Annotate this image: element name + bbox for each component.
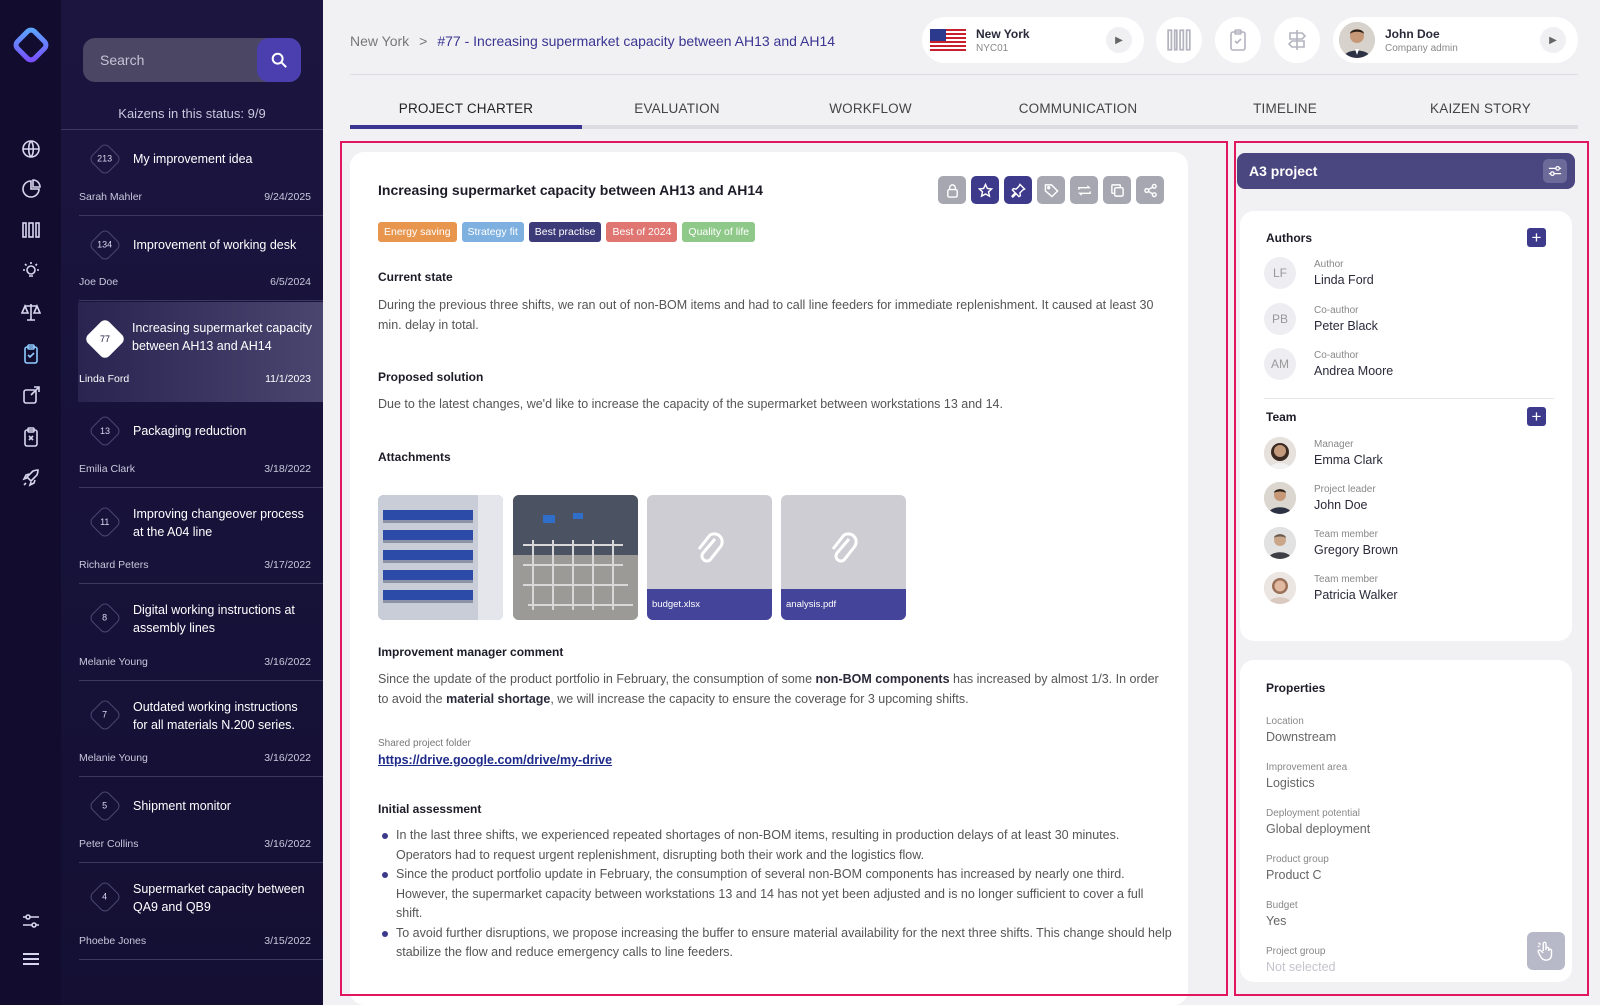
list-item-selected[interactable]: 77 Increasing supermarket capacity betwe…	[78, 302, 323, 402]
signpost-button[interactable]	[1274, 17, 1320, 63]
kaizen-meta: Richard Peters 3/17/2022	[79, 559, 311, 571]
user-role: Company admin	[1385, 42, 1458, 54]
user-avatar	[1339, 22, 1375, 58]
highlight-frame-a3	[1234, 141, 1589, 996]
tab-timeline[interactable]: TIMELINE	[1187, 95, 1383, 125]
app-logo-icon[interactable]	[12, 26, 50, 64]
breadcrumb-root[interactable]: New York	[350, 33, 409, 49]
tab-communication[interactable]: COMMUNICATION	[969, 95, 1187, 125]
search-icon	[271, 52, 287, 68]
tab-bar: PROJECT CHARTER EVALUATION WORKFLOW COMM…	[350, 95, 1578, 129]
export-icon[interactable]	[19, 383, 43, 407]
kaizen-title: Supermarket capacity between QA9 and QB9	[133, 882, 305, 914]
status-count: Kaizens in this status: 9/9	[118, 106, 266, 121]
kaizen-number-badge: 7	[88, 698, 122, 732]
breadcrumb-separator: >	[419, 33, 428, 49]
tab-workflow[interactable]: WORKFLOW	[772, 95, 969, 125]
kaizen-title: Outdated working instructions for all ma…	[133, 700, 298, 732]
kaizen-number-badge: 5	[88, 789, 122, 823]
location-name: New York	[976, 26, 1030, 41]
kaizen-meta: Peter Collins 3/16/2022	[79, 838, 311, 850]
kaizen-meta: Melanie Young 3/16/2022	[79, 752, 311, 764]
scales-icon[interactable]	[19, 300, 43, 324]
kaizen-number-badge: 134	[88, 228, 122, 262]
settings-sliders-icon[interactable]	[19, 909, 43, 933]
play-arrow-icon[interactable]: ▶	[1540, 27, 1566, 53]
kaizen-number-badge: 4	[88, 880, 122, 914]
kaizen-number-badge: 13	[88, 414, 122, 448]
list-item[interactable]: 134 Improvement of working desk Joe Doe 6…	[79, 216, 323, 301]
icon-rail	[0, 0, 61, 1005]
kaizen-number-badge: 213	[88, 142, 122, 176]
clipboard-check-icon[interactable]	[19, 342, 43, 366]
pie-chart-icon[interactable]	[19, 177, 43, 201]
list-item[interactable]: 8 Digital working instructions at assemb…	[79, 584, 323, 681]
breadcrumb-current: #77 - Increasing supermarket capacity be…	[437, 33, 836, 49]
kaizen-number-badge: 77	[83, 317, 127, 361]
kaizen-meta: Emilia Clark 3/18/2022	[79, 463, 311, 475]
clipboard-check-icon	[1230, 29, 1246, 51]
divider	[350, 74, 1578, 75]
user-name: John Doe	[1385, 26, 1440, 41]
barcode-icon	[1167, 29, 1191, 51]
list-item[interactable]: 5 Shipment monitor Peter Collins 3/16/202…	[79, 777, 323, 863]
menu-icon[interactable]	[19, 947, 43, 971]
kaizen-title: Digital working instructions at assembly…	[133, 603, 295, 635]
tab-kaizen-story[interactable]: KAIZEN STORY	[1383, 95, 1578, 125]
kaizen-title: My improvement idea	[133, 152, 253, 166]
kaizen-title: Packaging reduction	[133, 424, 247, 438]
clipboard-x-icon[interactable]	[19, 425, 43, 449]
breadcrumb: New York > #77 - Increasing supermarket …	[350, 33, 835, 49]
kaizen-title: Increasing supermarket capacity between …	[132, 321, 312, 353]
kaizen-list-sidebar: Search Kaizens in this status: 9/9 213 M…	[61, 0, 323, 1005]
tab-project-charter[interactable]: PROJECT CHARTER	[350, 95, 582, 129]
search-button[interactable]	[257, 38, 301, 82]
user-menu[interactable]: John Doe Company admin ▶	[1333, 17, 1578, 63]
signpost-icon	[1287, 30, 1307, 50]
location-selector[interactable]: New York NYC01 ▶	[922, 17, 1144, 63]
play-arrow-icon[interactable]: ▶	[1106, 27, 1132, 53]
location-code: NYC01	[976, 42, 1009, 54]
list-item[interactable]: 13 Packaging reduction Emilia Clark 3/18/…	[79, 402, 323, 488]
kaizen-title: Shipment monitor	[133, 799, 231, 813]
rocket-icon[interactable]	[19, 466, 43, 490]
kaizen-title: Improvement of working desk	[133, 238, 297, 252]
us-flag-icon	[930, 29, 966, 51]
kaizen-meta: Linda Ford 11/1/2023	[79, 373, 311, 385]
kaizen-meta: Melanie Young 3/16/2022	[79, 656, 311, 668]
kaizen-meta: Joe Doe 6/5/2024	[79, 276, 311, 288]
globe-icon[interactable]	[19, 137, 43, 161]
search-bar[interactable]: Search	[83, 38, 301, 82]
kaizen-title: Improving changeover process at the A04 …	[133, 507, 304, 539]
tab-evaluation[interactable]: EVALUATION	[582, 95, 772, 125]
list-item[interactable]: 4 Supermarket capacity between QA9 and Q…	[79, 863, 323, 960]
kaizen-meta: Sarah Mahler 9/24/2025	[79, 191, 311, 203]
kaizen-meta: Phoebe Jones 3/15/2022	[79, 935, 311, 947]
list-item[interactable]: 7 Outdated working instructions for all …	[79, 681, 323, 777]
search-input[interactable]: Search	[83, 52, 257, 68]
barcode-button[interactable]	[1156, 17, 1202, 63]
barcode-icon[interactable]	[19, 218, 43, 242]
list-item[interactable]: 213 My improvement idea Sarah Mahler 9/24…	[79, 130, 323, 216]
list-item[interactable]: 11 Improving changeover process at the A…	[79, 488, 323, 584]
highlight-frame-charter	[340, 141, 1228, 996]
lightbulb-icon[interactable]	[19, 259, 43, 283]
clipboard-button[interactable]	[1215, 17, 1261, 63]
kaizen-number-badge: 11	[88, 505, 122, 539]
kaizen-number-badge: 8	[88, 601, 122, 635]
